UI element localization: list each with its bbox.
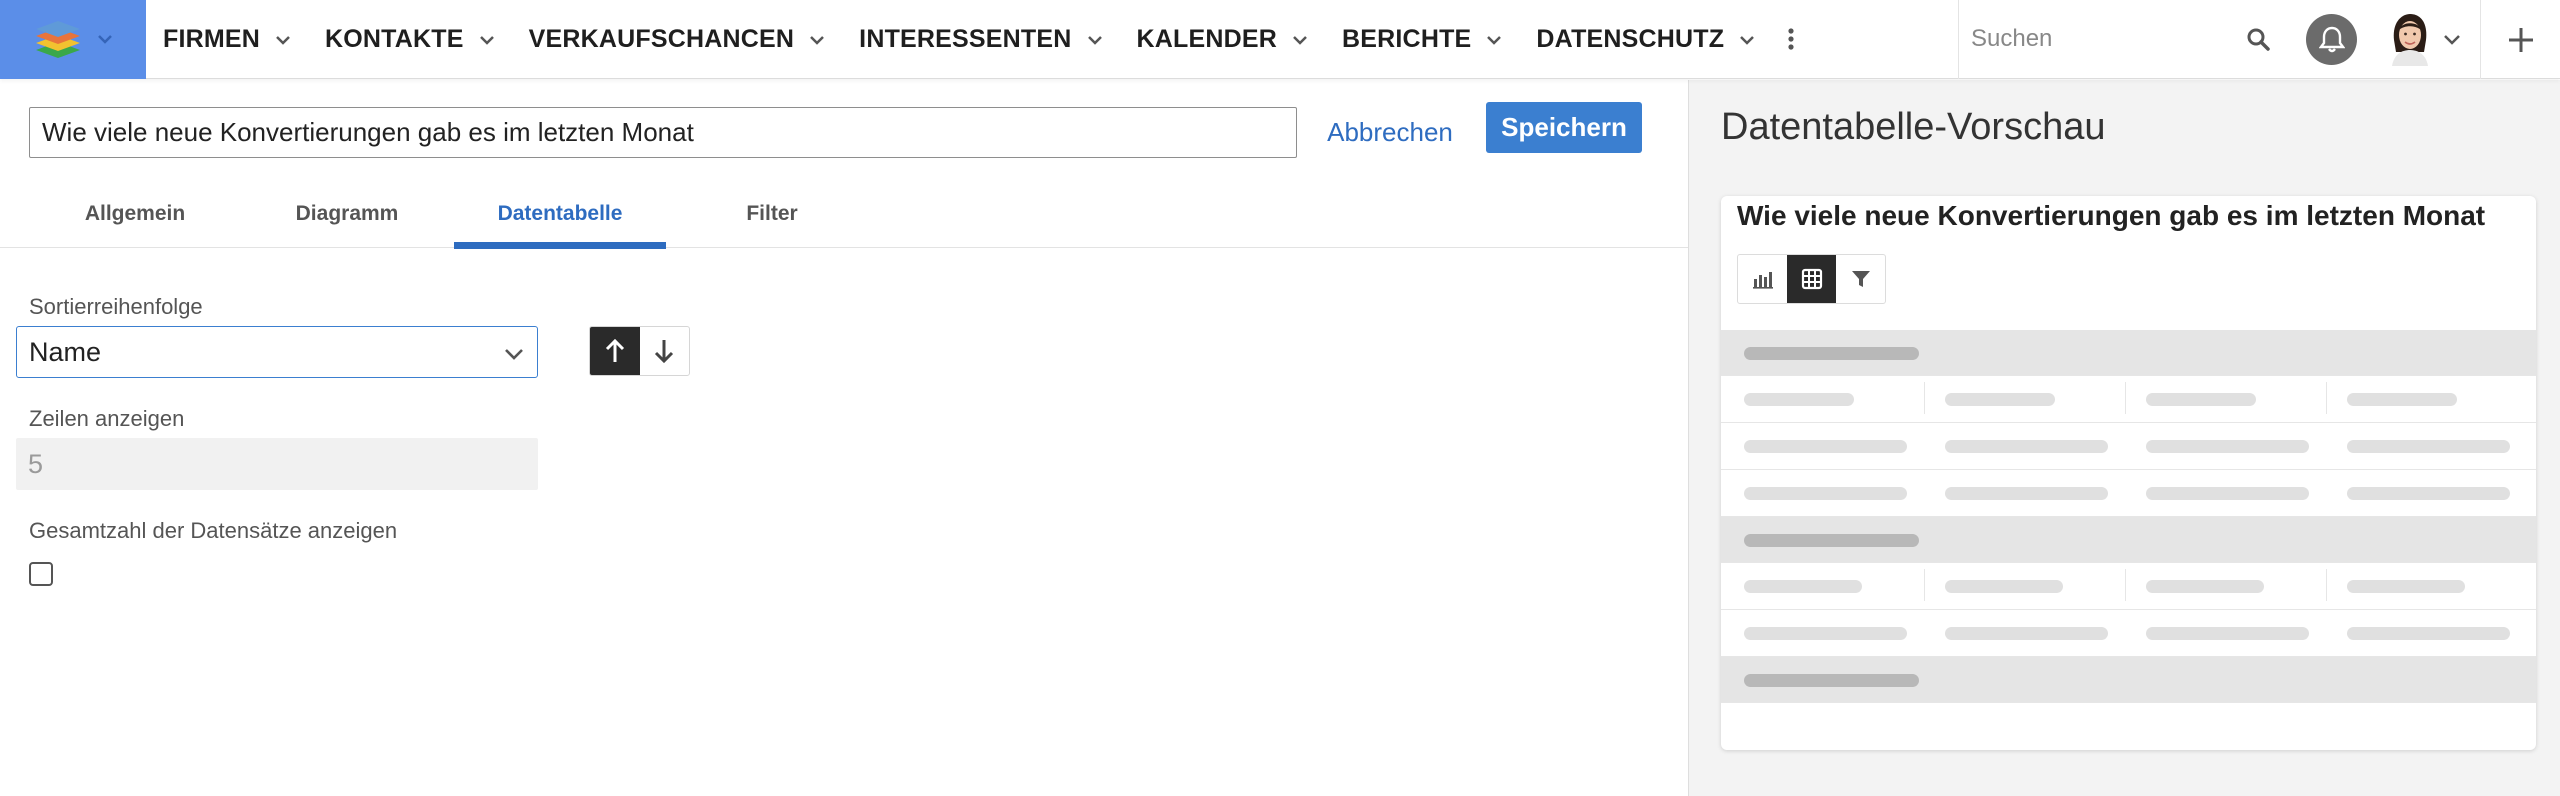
skeleton-group-row xyxy=(1721,330,2536,376)
report-editor: Abbrechen Speichern Allgemein Diagramm D… xyxy=(0,80,1688,796)
rows-value: 5 xyxy=(28,449,44,479)
menu-item-label: INTERESSENTEN xyxy=(859,25,1072,53)
table-icon xyxy=(1801,268,1822,290)
top-navigation: FIRMEN KONTAKTE VERKAUFSCHANCEN INTERESS… xyxy=(0,0,2560,79)
sort-order-label: Sortierreihenfolge xyxy=(29,294,203,319)
sort-order-value: Name xyxy=(29,337,102,367)
menu-item-label: FIRMEN xyxy=(163,25,261,53)
save-button[interactable]: Speichern xyxy=(1486,102,1642,153)
skeleton-group-row xyxy=(1721,517,2536,563)
preview-card: Wie viele neue Konvertierungen gab es im… xyxy=(1721,196,2536,750)
skeleton-row xyxy=(1721,610,2536,657)
chevron-down-icon xyxy=(810,35,825,45)
search-input[interactable] xyxy=(1971,20,2211,58)
search-icon[interactable] xyxy=(2245,26,2271,52)
chevron-down-icon xyxy=(98,35,112,44)
menu-item-verkaufschancen[interactable]: VERKAUFSCHANCEN xyxy=(512,0,843,79)
user-avatar[interactable] xyxy=(2388,12,2432,66)
plus-icon xyxy=(2509,28,2533,52)
table-view-button[interactable] xyxy=(1787,255,1836,303)
notifications-button[interactable] xyxy=(2306,14,2357,65)
chevron-down-icon xyxy=(1487,35,1502,45)
skeleton-row xyxy=(1721,423,2536,470)
main-menu: FIRMEN KONTAKTE VERKAUFSCHANCEN INTERESS… xyxy=(146,0,1772,79)
filter-view-button[interactable] xyxy=(1836,255,1885,303)
bell-icon xyxy=(2319,26,2345,53)
filter-icon xyxy=(1851,271,1870,287)
menu-item-kontakte[interactable]: KONTAKTE xyxy=(308,0,512,79)
menu-item-berichte[interactable]: BERICHTE xyxy=(1325,0,1519,79)
tab-diagramm[interactable]: Diagramm xyxy=(268,180,426,248)
tab-filter[interactable]: Filter xyxy=(694,180,850,248)
total-records-label: Gesamtzahl der Datensätze anzeigen xyxy=(29,518,398,543)
chevron-down-icon xyxy=(276,35,290,45)
chevron-down-icon xyxy=(1087,35,1102,45)
menu-item-datenschutz[interactable]: DATENSCHUTZ xyxy=(1519,0,1772,79)
skeleton-row xyxy=(1721,563,2536,610)
rows-label: Zeilen anzeigen xyxy=(29,406,185,431)
search-box xyxy=(1958,0,2271,79)
arrow-down-icon xyxy=(655,340,674,364)
skeleton-row xyxy=(1721,376,2536,423)
menu-item-label: BERICHTE xyxy=(1342,25,1472,53)
preview-panel: Datentabelle-Vorschau Wie viele neue Kon… xyxy=(1688,80,2560,796)
editor-tabs: Allgemein Diagramm Datentabelle Filter xyxy=(0,180,1688,249)
menu-item-label: VERKAUFSCHANCEN xyxy=(528,25,795,53)
sort-order-select[interactable]: Name xyxy=(16,326,538,378)
rows-input[interactable]: 5 xyxy=(16,438,538,490)
arrow-up-icon xyxy=(605,338,624,362)
more-menu-icon[interactable] xyxy=(1776,24,1806,54)
chevron-down-icon[interactable] xyxy=(2442,30,2462,50)
skeleton-row xyxy=(1721,470,2536,517)
table-skeleton xyxy=(1721,330,2536,703)
preview-heading: Datentabelle-Vorschau xyxy=(1721,106,2106,148)
create-new-button[interactable] xyxy=(2480,0,2560,79)
menu-item-kalender[interactable]: KALENDER xyxy=(1120,0,1326,79)
sort-direction-toggle xyxy=(589,326,690,376)
app-logo-menu[interactable] xyxy=(0,0,146,79)
menu-item-interessenten[interactable]: INTERESSENTEN xyxy=(842,0,1119,79)
skeleton-group-row xyxy=(1721,657,2536,703)
chevron-down-icon xyxy=(505,349,523,360)
menu-item-firmen[interactable]: FIRMEN xyxy=(146,0,308,79)
cancel-button[interactable]: Abbrechen xyxy=(1310,107,1470,157)
tab-allgemein[interactable]: Allgemein xyxy=(56,180,214,248)
menu-item-label: DATENSCHUTZ xyxy=(1536,25,1725,53)
report-title-input[interactable] xyxy=(29,107,1297,158)
chevron-down-icon xyxy=(1293,35,1307,45)
chart-icon xyxy=(1752,272,1773,289)
chevron-down-icon xyxy=(1740,35,1755,45)
sort-ascending-button[interactable] xyxy=(590,327,640,375)
chart-view-button[interactable] xyxy=(1738,255,1787,303)
sort-descending-button[interactable] xyxy=(640,327,690,375)
total-records-checkbox[interactable] xyxy=(29,562,53,586)
view-switcher xyxy=(1737,254,1886,304)
chevron-down-icon xyxy=(479,35,494,45)
menu-item-label: KALENDER xyxy=(1136,25,1278,53)
preview-card-title: Wie viele neue Konvertierungen gab es im… xyxy=(1737,200,2486,231)
menu-item-label: KONTAKTE xyxy=(325,25,464,53)
tab-datentabelle[interactable]: Datentabelle xyxy=(454,180,666,249)
logo-layers-icon xyxy=(36,21,80,58)
